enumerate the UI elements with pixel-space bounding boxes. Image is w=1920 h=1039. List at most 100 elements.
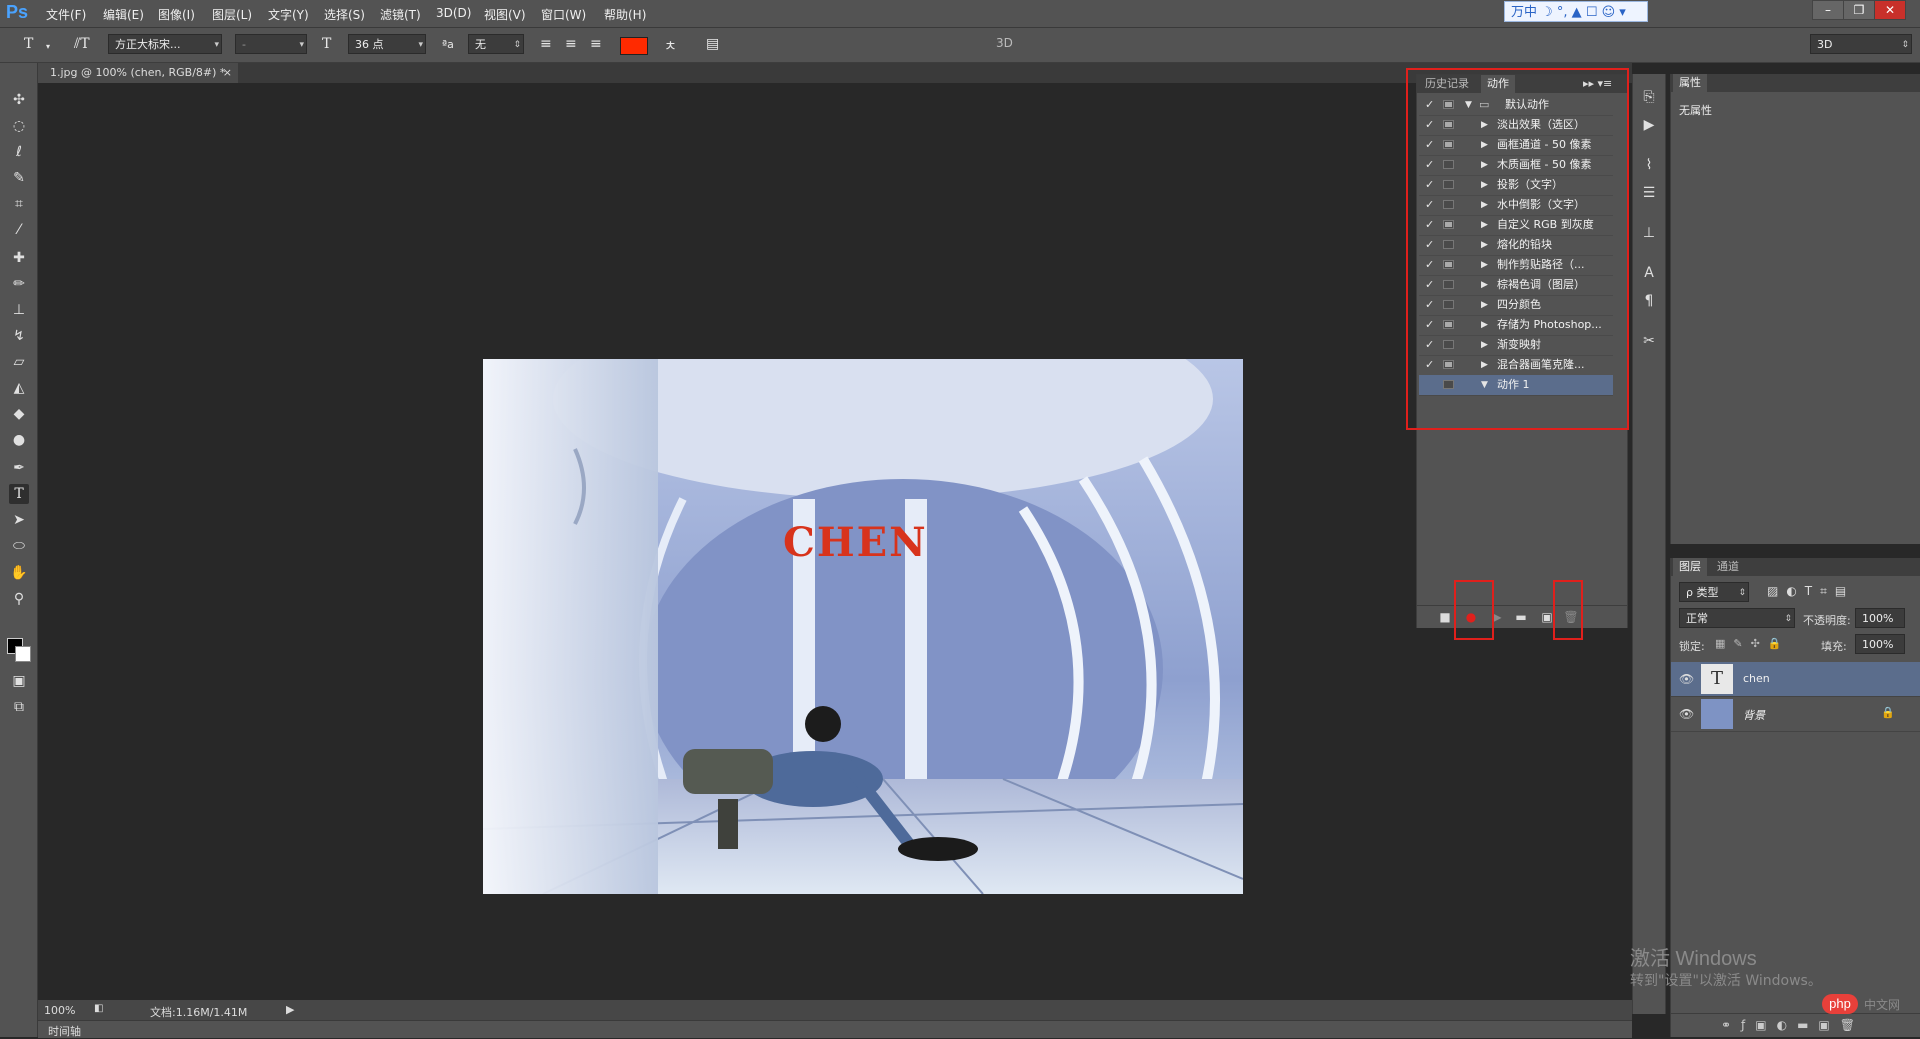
document-image[interactable]: CHEN: [483, 359, 1243, 894]
status-menu-arrow-icon[interactable]: ▶: [286, 1003, 294, 1016]
layer-filter-select[interactable]: ρ 类型 ⇕: [1679, 582, 1749, 602]
text-layer-thumbnail: T: [1701, 664, 1733, 694]
layer-filter-icons[interactable]: ▨◐T⌗▤: [1767, 584, 1854, 599]
document-tab[interactable]: 1.jpg @ 100% (chen, RGB/8#) * ×: [38, 63, 238, 83]
blend-mode-select[interactable]: 正常 ⇕: [1679, 608, 1795, 628]
eye-icon[interactable]: 👁: [1679, 707, 1694, 721]
menu-type[interactable]: 文字(Y): [268, 6, 309, 23]
layer-name[interactable]: chen: [1743, 672, 1770, 685]
restore-button[interactable]: ❐: [1843, 0, 1875, 20]
options-bar: T ▾ ⫽T 方正大标宋... ▾ - ▾ T 36 点 ▾ ªa 无 ⇕ ≡ ≡ ≡ …: [0, 28, 1920, 63]
clone-stamp-tool-icon[interactable]: ⊥: [9, 300, 29, 320]
menu-image[interactable]: 图像(I): [158, 6, 195, 23]
align-left-icon[interactable]: ≡: [540, 36, 552, 52]
menu-select[interactable]: 选择(S): [324, 6, 365, 23]
close-button[interactable]: ✕: [1874, 0, 1906, 20]
text-tool-preset-icon[interactable]: T: [24, 36, 33, 52]
actions-panel-icon[interactable]: ▶: [1640, 116, 1658, 134]
menu-window[interactable]: 窗口(W): [541, 6, 586, 23]
menu-3d[interactable]: 3D(D): [436, 6, 471, 20]
canvas-area[interactable]: CHEN: [38, 84, 1632, 999]
marquee-tool-icon[interactable]: ◌: [9, 116, 29, 136]
antialias-select[interactable]: 无 ⇕: [468, 34, 524, 54]
move-tool-icon[interactable]: ✣: [9, 90, 29, 110]
menu-layer[interactable]: 图层(L): [212, 6, 252, 23]
windows-activation-title: 激活 Windows: [1630, 948, 1757, 970]
character-panel-icon[interactable]: A: [1640, 264, 1658, 282]
zoom-tool-icon[interactable]: ⚲: [9, 589, 29, 609]
chevron-updown-icon: ⇕: [1901, 40, 1909, 50]
workspace-select[interactable]: 3D ⇕: [1810, 34, 1912, 54]
stop-icon[interactable]: ■: [1437, 609, 1453, 625]
windows-activation-subtitle: 转到"设置"以激活 Windows。: [1630, 973, 1822, 989]
font-size-select[interactable]: 36 点 ▾: [348, 34, 426, 54]
history-brush-tool-icon[interactable]: ↯: [9, 326, 29, 346]
3d-mode-label[interactable]: 3D: [996, 36, 1013, 50]
chevron-down-icon[interactable]: ▾: [46, 42, 50, 51]
menu-filter[interactable]: 滤镜(T): [380, 6, 421, 23]
type-tool-icon[interactable]: T: [9, 484, 29, 504]
tool-presets-icon[interactable]: ✂: [1640, 332, 1658, 350]
font-size-value: 36 点: [355, 38, 384, 51]
minimize-button[interactable]: –: [1812, 0, 1844, 20]
timeline-bar[interactable]: 时间轴: [38, 1020, 1632, 1038]
eraser-tool-icon[interactable]: ▱: [9, 352, 29, 372]
ellipse-tool-icon[interactable]: ⬭: [9, 536, 29, 556]
healing-brush-tool-icon[interactable]: ✚: [9, 248, 29, 268]
layer-row-background[interactable]: 👁 背景 🔒: [1671, 697, 1920, 732]
menu-edit[interactable]: 编辑(E): [103, 6, 144, 23]
lasso-tool-icon[interactable]: ℓ: [9, 142, 29, 162]
lock-icon: 🔒: [1881, 706, 1895, 719]
panel-dock: ⎘ ▶ ⌇ ☰ ⊥ A ¶ ✂: [1632, 74, 1666, 1014]
tab-channels[interactable]: 通道: [1711, 558, 1745, 576]
canvas-text-layer[interactable]: CHEN: [783, 519, 928, 566]
character-panel-icon[interactable]: ▤: [706, 36, 719, 52]
quick-mask-icon[interactable]: ▣: [9, 671, 29, 691]
text-color-swatch[interactable]: [620, 37, 648, 55]
tab-properties[interactable]: 属性: [1673, 74, 1707, 92]
menu-file[interactable]: 文件(F): [46, 6, 86, 23]
align-center-icon[interactable]: ≡: [565, 36, 577, 52]
font-size-icon: T: [322, 36, 332, 52]
clone-source-icon[interactable]: ⊥: [1640, 224, 1658, 242]
background-color-swatch[interactable]: [15, 646, 31, 662]
opacity-value: 100%: [1862, 612, 1894, 625]
warp-text-icon[interactable]: ㅊ: [664, 36, 677, 56]
workspace-value: 3D: [1817, 38, 1833, 51]
opacity-input[interactable]: 100%: [1855, 608, 1905, 628]
layer-action-icons[interactable]: ⚭ƒ▣◐▬▣🗑: [1721, 1018, 1865, 1032]
brush-panel-icon[interactable]: ⌇: [1640, 156, 1658, 174]
layer-row-chen[interactable]: 👁 T chen: [1671, 662, 1920, 697]
brush-presets-icon[interactable]: ☰: [1640, 184, 1658, 202]
hand-tool-icon[interactable]: ✋: [9, 563, 29, 583]
lock-icons[interactable]: ▦✎✣🔒: [1715, 637, 1790, 650]
align-right-icon[interactable]: ≡: [590, 36, 602, 52]
new-set-folder-icon[interactable]: ▬: [1513, 609, 1529, 625]
font-family-select[interactable]: 方正大标宋... ▾: [108, 34, 222, 54]
paragraph-panel-icon[interactable]: ¶: [1640, 292, 1658, 310]
tab-layers[interactable]: 图层: [1673, 558, 1707, 576]
brush-tool-icon[interactable]: ✏: [9, 274, 29, 294]
font-style-select[interactable]: - ▾: [235, 34, 307, 54]
crop-tool-icon[interactable]: ⌗: [9, 194, 29, 214]
path-selection-tool-icon[interactable]: ➤: [9, 510, 29, 530]
eyedropper-tool-icon[interactable]: ⁄: [9, 220, 29, 240]
zoom-level[interactable]: 100%: [44, 1004, 75, 1017]
history-panel-icon[interactable]: ⎘: [1640, 88, 1658, 106]
close-tab-icon[interactable]: ×: [223, 63, 232, 83]
fill-input[interactable]: 100%: [1855, 634, 1905, 654]
quick-select-tool-icon[interactable]: ✎: [9, 168, 29, 188]
menu-view[interactable]: 视图(V): [484, 6, 526, 23]
blur-tool-icon[interactable]: ◆: [9, 404, 29, 424]
ime-toolbar[interactable]: 万中 ☽ °, ▲ ☐ ☺ ▾: [1504, 1, 1648, 22]
menu-help[interactable]: 帮助(H): [604, 6, 646, 23]
screen-mode-icon[interactable]: ⧉: [9, 697, 29, 717]
eye-icon[interactable]: 👁: [1679, 672, 1694, 686]
dodge-tool-icon[interactable]: ●: [9, 430, 29, 450]
toggle-text-orientation-icon[interactable]: ⫽T: [74, 36, 90, 52]
paint-bucket-tool-icon[interactable]: ◭: [9, 378, 29, 398]
pen-tool-icon[interactable]: ✒: [9, 458, 29, 478]
chevron-updown-icon: ⇕: [1738, 588, 1746, 598]
status-info-icon[interactable]: ◧: [94, 1003, 103, 1014]
layer-name[interactable]: 背景: [1743, 707, 1765, 723]
